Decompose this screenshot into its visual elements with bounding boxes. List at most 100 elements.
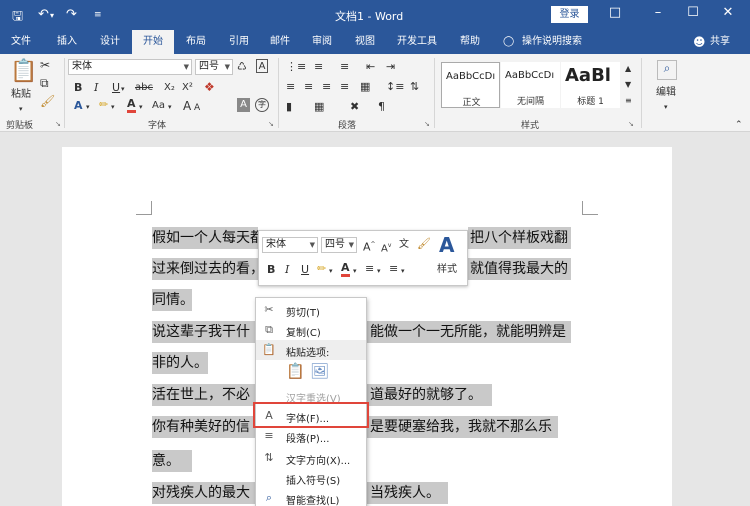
clipboard-launcher-icon[interactable]: ↘	[55, 120, 61, 128]
mini-underline-button[interactable]: U	[301, 263, 309, 277]
char-shading-icon[interactable]: A	[237, 98, 250, 112]
superscript-button[interactable]: X²	[182, 81, 193, 95]
change-case-button[interactable]: Aa	[152, 99, 165, 113]
chevron-down-icon[interactable]: ▾	[86, 100, 90, 114]
sort-icon[interactable]: ⇅	[410, 80, 419, 94]
mini-size-combo[interactable]: 四号 ▼	[321, 237, 357, 253]
multilevel-list-icon[interactable]: ≡	[340, 60, 349, 74]
chinese-layout-icon[interactable]: ✖	[350, 100, 359, 114]
chevron-down-icon[interactable]: ▾	[353, 264, 357, 278]
font-name-combo[interactable]: 宋体 ▼	[68, 59, 192, 75]
maximize-icon[interactable]: ☐	[683, 5, 703, 20]
chevron-down-icon[interactable]: ▾	[377, 264, 381, 278]
menu-item-copy[interactable]: ⧉ 复制(C)	[256, 320, 366, 340]
menu-item-cut[interactable]: ✂ 剪切(T)	[256, 300, 366, 320]
highlight-color-icon[interactable]: ✏	[317, 262, 326, 276]
styles-scroll-down-icon[interactable]: ▼	[625, 78, 631, 92]
styles-launcher-icon[interactable]: ↘	[628, 120, 634, 128]
styles-scroll-up-icon[interactable]: ▲	[625, 62, 631, 76]
tab-references[interactable]: 引用	[218, 30, 260, 54]
numbering-icon[interactable]: ≡	[314, 60, 323, 74]
bullets-icon[interactable]: ⋮≡	[286, 60, 306, 74]
tab-file[interactable]: 文件	[0, 30, 42, 54]
justify-icon[interactable]: ≡	[340, 80, 349, 94]
format-painter-icon[interactable]: 🖌	[417, 237, 431, 251]
bold-button[interactable]: B	[74, 81, 82, 95]
line-spacing-icon[interactable]: ↕≡	[386, 80, 404, 94]
mini-bold-button[interactable]: B	[267, 263, 275, 277]
decrease-indent-icon[interactable]: ⇤	[366, 60, 375, 74]
copy-icon[interactable]: ⧉	[40, 76, 49, 90]
tab-insert[interactable]: 插入	[46, 30, 88, 54]
font-color-icon[interactable]: A	[341, 262, 350, 277]
menu-item-smart-lookup[interactable]: ⌕ 智能查找(L)	[256, 488, 366, 506]
paste-dropdown-icon[interactable]: ▾	[19, 102, 23, 116]
underline-button[interactable]: U	[112, 81, 120, 95]
align-center-icon[interactable]: ≡	[304, 80, 313, 94]
grow-font-icon[interactable]: A^	[363, 238, 376, 255]
text-effect-a-icon[interactable]: A	[74, 99, 83, 113]
paste-button[interactable]: 粘贴	[11, 88, 31, 102]
strikethrough-button[interactable]: abc	[135, 81, 153, 95]
font-size-combo[interactable]: 四号 ▼	[195, 59, 233, 75]
editing-button[interactable]: 编辑	[656, 86, 676, 100]
login-button[interactable]: 登录	[551, 6, 588, 23]
tab-design[interactable]: 设计	[89, 30, 131, 54]
tab-home[interactable]: 开始	[132, 30, 174, 54]
share-button[interactable]: 共享	[710, 30, 730, 54]
style-heading-1[interactable]: AaBl 标题 1	[561, 62, 620, 108]
styles-more-icon[interactable]: ≡	[625, 94, 632, 108]
tell-me-search[interactable]: 操作说明搜索	[522, 30, 582, 54]
cut-icon[interactable]: ✂	[40, 58, 50, 72]
subscript-button[interactable]: X₂	[164, 81, 175, 95]
chevron-down-icon[interactable]: ▾	[121, 82, 125, 96]
redo-icon[interactable]: ↷	[66, 7, 77, 22]
chevron-down-icon[interactable]: ▾	[329, 264, 333, 278]
collapse-ribbon-icon[interactable]: ⌃	[735, 118, 743, 132]
highlight-color-icon[interactable]: ✏	[99, 98, 108, 112]
enclose-char-icon[interactable]: 字	[255, 98, 269, 112]
paragraph-mark-icon[interactable]: ¶	[378, 100, 385, 114]
font-color-icon[interactable]: A	[127, 98, 136, 113]
paste-icon[interactable]: 📋	[10, 60, 37, 84]
italic-button[interactable]: I	[94, 81, 98, 95]
mini-styles-button[interactable]: 样式	[437, 263, 457, 277]
menu-item-paragraph[interactable]: ≡ 段落(P)...	[256, 426, 366, 446]
picture-paste-icon[interactable]: 🖼	[310, 362, 329, 380]
format-painter-icon[interactable]: 🖌	[40, 94, 55, 108]
chevron-down-icon[interactable]: ▾	[168, 100, 172, 114]
tab-developer[interactable]: 开发工具	[389, 30, 445, 54]
align-left-icon[interactable]: ≡	[286, 80, 295, 94]
chevron-down-icon[interactable]: ▾	[664, 100, 668, 114]
keep-source-formatting-icon[interactable]: 📋	[286, 362, 305, 380]
mini-font-combo[interactable]: 宋体 ▼	[262, 237, 318, 253]
phonetic-guide-icon[interactable]: 文	[399, 238, 409, 252]
menu-item-insert-symbol[interactable]: 插入符号(S)	[256, 468, 366, 488]
undo-icon[interactable]: ↶	[38, 7, 49, 22]
grow-font-button[interactable]: A	[183, 99, 191, 113]
increase-indent-icon[interactable]: ⇥	[386, 60, 395, 74]
tab-review[interactable]: 审阅	[301, 30, 343, 54]
close-icon[interactable]: ✕	[718, 5, 738, 20]
shading-icon[interactable]: ▮	[286, 100, 292, 114]
ribbon-display-options-icon[interactable]: □	[605, 5, 625, 20]
clear-formatting-icon[interactable]: ♺	[237, 60, 247, 74]
style-no-spacing[interactable]: AaBbCcDı 无间隔	[501, 62, 560, 108]
shrink-font-button[interactable]: A	[194, 101, 200, 115]
borders-icon[interactable]: ▦	[314, 100, 324, 114]
style-normal[interactable]: AaBbCcDı 正文	[441, 62, 500, 108]
menu-item-text-direction[interactable]: ⇅ 文字方向(X)...	[256, 448, 366, 468]
customize-quick-access-icon[interactable]: ≡	[94, 10, 102, 20]
minimize-icon[interactable]: –	[648, 5, 668, 20]
save-icon[interactable]: 🖫	[12, 7, 23, 29]
align-right-icon[interactable]: ≡	[322, 80, 331, 94]
bullets-icon[interactable]: ≡	[365, 262, 374, 276]
numbering-icon[interactable]: ≡	[389, 262, 398, 276]
paragraph-launcher-icon[interactable]: ↘	[424, 120, 430, 128]
text-effects-icon[interactable]: ❖	[204, 80, 215, 94]
chevron-down-icon[interactable]: ▾	[111, 100, 115, 114]
distributed-icon[interactable]: ▦	[360, 80, 370, 94]
tab-mailings[interactable]: 邮件	[259, 30, 301, 54]
tab-view[interactable]: 视图	[344, 30, 386, 54]
font-launcher-icon[interactable]: ↘	[268, 120, 274, 128]
